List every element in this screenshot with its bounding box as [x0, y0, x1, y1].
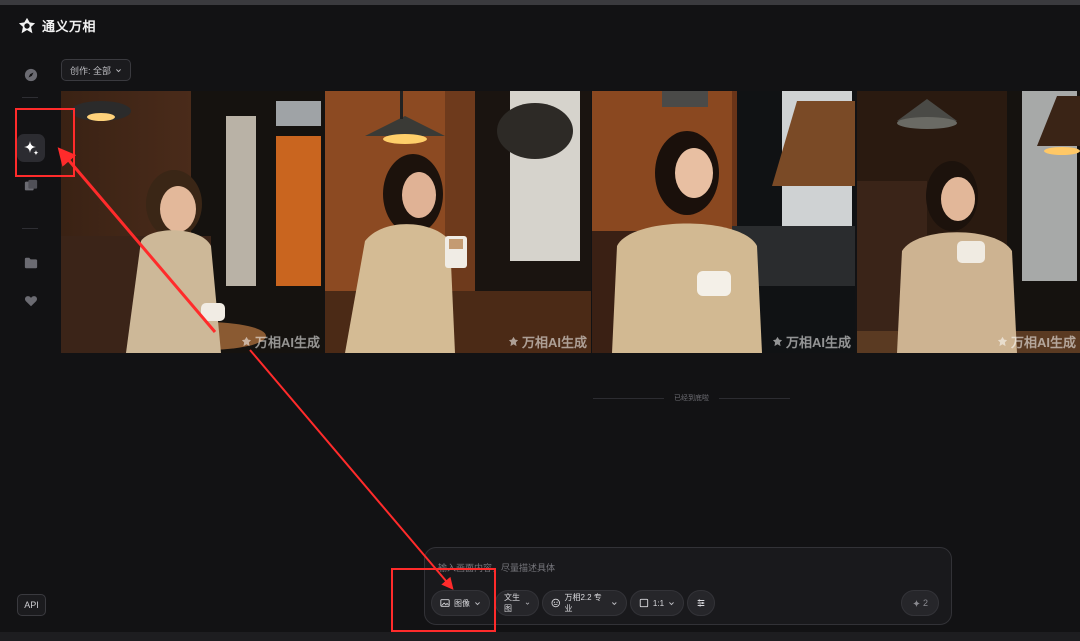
generation-type-label: 文生图 — [504, 593, 520, 613]
chevron-down-icon — [612, 601, 618, 605]
generate-button[interactable]: 2 — [901, 590, 939, 616]
watermark-logo-icon — [997, 336, 1008, 347]
watermark-text: 万相AI生成 — [521, 335, 587, 350]
cafe-woman-photo-2 — [325, 91, 591, 353]
watermark-text: 万相AI生成 — [1010, 335, 1076, 350]
ai-watermark: 万相AI生成 — [997, 332, 1076, 351]
window-top-border — [0, 0, 1080, 5]
sidebar-item-favorites[interactable] — [20, 290, 42, 312]
model-label: 万相2.2 专业 — [564, 593, 602, 613]
window-bottom-bar — [0, 632, 1080, 641]
creation-filter-dropdown[interactable]: 创作: 全部 — [61, 59, 132, 81]
arrow-to-mode — [249, 349, 454, 590]
ai-watermark: 万相AI生成 — [241, 332, 320, 351]
gallery-icon — [24, 179, 38, 191]
end-of-list-note: 已经到底啦 — [593, 393, 790, 403]
watermark-text: 万相AI生成 — [254, 335, 320, 350]
model-selector[interactable]: 万相2.2 专业 — [542, 590, 627, 616]
divider-line — [593, 397, 664, 399]
chevron-down-icon — [525, 602, 530, 605]
generated-image-1[interactable]: 万相AI生成 — [61, 91, 324, 353]
annotation-highlight-sidebar — [15, 108, 75, 177]
chevron-down-icon — [669, 601, 674, 605]
image-gallery: 万相AI生成 万相AI生成 万相AI生成 万相AI生成 — [61, 91, 1080, 353]
divider-line — [719, 397, 790, 399]
generated-image-2[interactable]: 万相AI生成 — [325, 91, 591, 353]
generated-image-4[interactable]: 万相AI生成 — [857, 91, 1080, 353]
aspect-ratio-selector[interactable]: 1:1 — [630, 590, 684, 616]
filter-label: 创作: 全部 — [70, 65, 112, 76]
api-button[interactable]: API — [17, 594, 46, 616]
watermark-logo-icon — [508, 336, 519, 347]
credit-cost: 2 — [922, 598, 928, 608]
watermark-text: 万相AI生成 — [785, 335, 851, 350]
cafe-woman-photo-1 — [61, 91, 324, 353]
annotation-highlight-mode — [391, 568, 496, 632]
sidebar-item-folder[interactable] — [20, 252, 42, 274]
heart-icon — [24, 296, 38, 307]
app-title: 通义万相 — [42, 19, 97, 34]
folder-icon — [24, 257, 38, 269]
cafe-woman-photo-3 — [592, 91, 855, 353]
sidebar-item-explore[interactable] — [20, 64, 42, 86]
generation-type-selector[interactable]: 文生图 — [495, 590, 539, 616]
sidebar-divider — [22, 97, 38, 98]
chevron-down-icon — [116, 68, 121, 72]
sparkle-icon — [912, 599, 921, 607]
ai-watermark: 万相AI生成 — [772, 332, 851, 351]
end-of-list-text: 已经到底啦 — [674, 395, 709, 402]
advanced-settings-button[interactable] — [687, 590, 715, 616]
app-logo[interactable]: 通义万相 — [18, 16, 96, 35]
sidebar-item-gallery[interactable] — [20, 175, 42, 197]
ai-watermark: 万相AI生成 — [508, 332, 587, 351]
generated-image-3[interactable]: 万相AI生成 — [592, 91, 855, 353]
sliders-icon — [697, 599, 705, 607]
prompt-composer: 输入画面内容，尽量描述具体 图像 文生图 万相2.2 专业 1:1 2 — [424, 547, 952, 625]
aspect-ratio-label: 1:1 — [652, 598, 665, 608]
model-icon — [551, 598, 560, 608]
sidebar-divider — [22, 228, 38, 229]
tongyi-logo-icon — [18, 17, 36, 33]
explore-icon — [24, 68, 38, 82]
cafe-woman-photo-4 — [857, 91, 1080, 353]
watermark-logo-icon — [772, 336, 783, 347]
square-ratio-icon — [639, 598, 649, 608]
watermark-logo-icon — [241, 336, 252, 347]
